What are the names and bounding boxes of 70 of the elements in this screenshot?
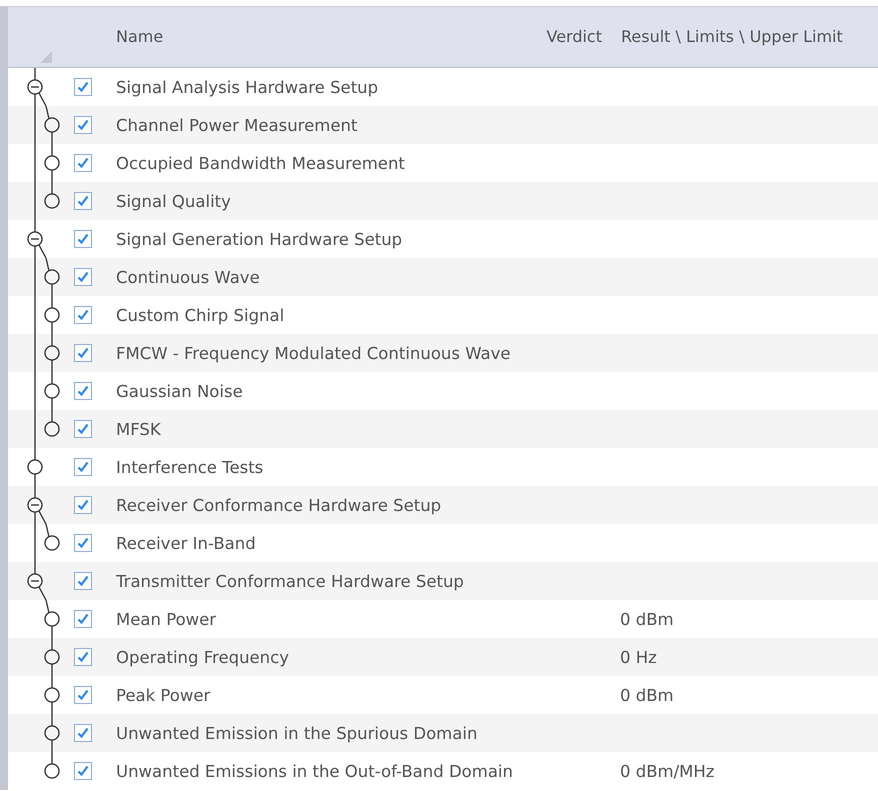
node-icon	[44, 193, 60, 209]
checkbox[interactable]	[74, 78, 92, 96]
node-icon	[44, 421, 60, 437]
item-name: Interference Tests	[116, 458, 264, 476]
item-name: Receiver In-Band	[116, 534, 257, 552]
node-icon	[44, 117, 60, 133]
node-icon	[44, 611, 60, 627]
tree-line	[34, 524, 50, 562]
node-icon	[44, 345, 60, 361]
item-name: Custom Chirp Signal	[116, 306, 286, 324]
checkbox[interactable]	[74, 534, 92, 552]
item-name: MFSK	[116, 420, 162, 438]
tree-line	[34, 144, 53, 182]
tree-line	[34, 372, 53, 410]
item-name: Unwanted Emissions in the Out-of-Band Domain	[116, 762, 514, 780]
node-icon	[44, 649, 60, 665]
checkbox[interactable]	[74, 382, 92, 400]
item-name: Unwanted Emission in the Spurious Domain	[116, 724, 478, 742]
checkbox[interactable]	[74, 610, 92, 628]
item-name: Signal Generation Hardware Setup	[116, 230, 404, 248]
checkbox[interactable]	[74, 496, 92, 514]
checkbox[interactable]	[74, 724, 92, 742]
checkbox[interactable]	[74, 268, 92, 286]
node-icon	[44, 155, 60, 171]
checkbox[interactable]	[74, 458, 92, 476]
checkbox[interactable]	[74, 572, 92, 590]
checkbox[interactable]	[74, 306, 92, 324]
item-name: Operating Frequency	[116, 648, 290, 666]
collapse-icon[interactable]	[27, 573, 43, 589]
item-name: Channel Power Measurement	[116, 116, 358, 134]
column-header[interactable]: Result \ Limits \ Upper Limit	[614, 26, 878, 48]
column-header[interactable]: Name	[116, 26, 524, 48]
checkbox[interactable]	[74, 420, 92, 438]
result-value: 0 dBm/MHz	[619, 762, 716, 780]
result-value: 0 Hz	[619, 648, 658, 666]
node-icon	[44, 269, 60, 285]
collapse-icon[interactable]	[27, 497, 43, 513]
tree-line	[34, 296, 53, 334]
item-name: Signal Quality	[116, 192, 232, 210]
item-name: Transmitter Conformance Hardware Setup	[116, 572, 465, 590]
node-icon	[44, 383, 60, 399]
collapse-icon[interactable]	[27, 231, 43, 247]
column-header[interactable]: Verdict	[524, 26, 614, 48]
item-name: Gaussian Noise	[116, 382, 244, 400]
item-name: Receiver Conformance Hardware Setup	[116, 496, 442, 514]
checkbox[interactable]	[74, 344, 92, 362]
item-name: FMCW - Frequency Modulated Continuous Wave	[116, 344, 512, 362]
checkbox[interactable]	[74, 648, 92, 666]
checkbox[interactable]	[74, 192, 92, 210]
checkbox[interactable]	[74, 154, 92, 172]
node-icon	[44, 307, 60, 323]
node-icon	[44, 725, 60, 741]
node-icon	[44, 535, 60, 551]
result-value: 0 dBm	[619, 610, 675, 628]
checkbox[interactable]	[74, 230, 92, 248]
checkbox[interactable]	[74, 686, 92, 704]
checkbox[interactable]	[74, 116, 92, 134]
tree-line	[34, 334, 53, 372]
node-icon	[44, 763, 60, 779]
item-name: Occupied Bandwidth Measurement	[116, 154, 406, 172]
corner-icon	[40, 51, 52, 63]
item-name: Signal Analysis Hardware Setup	[116, 78, 380, 96]
item-name: Mean Power	[116, 610, 218, 628]
result-value: 0 dBm	[619, 686, 675, 704]
item-name: Continuous Wave	[116, 268, 261, 286]
node-icon	[27, 459, 43, 475]
collapse-icon[interactable]	[27, 79, 43, 95]
item-name: Peak Power	[116, 686, 212, 704]
node-icon	[44, 687, 60, 703]
checkbox[interactable]	[74, 762, 92, 780]
